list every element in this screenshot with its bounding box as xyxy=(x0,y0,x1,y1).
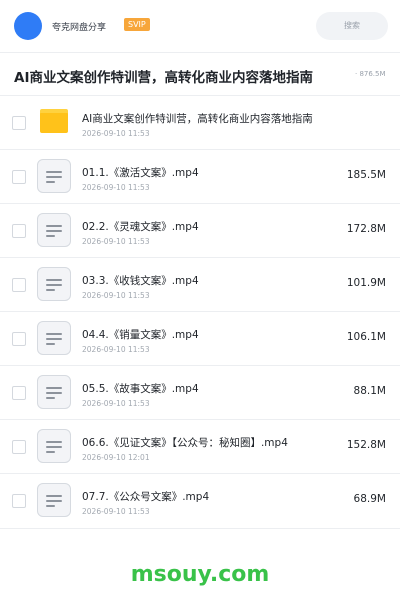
folder-title-row: AI商业文案创作特训营，高转化商业内容落地指南 · 876.5M xyxy=(0,57,400,95)
file-date: 2026-09-10 12:01 xyxy=(82,453,150,462)
file-name: 05.5.《故事文案》.mp4 xyxy=(82,383,199,395)
file-size: 106.1M xyxy=(346,331,386,343)
file-name: 02.2.《灵魂文案》.mp4 xyxy=(82,221,199,233)
file-row[interactable]: 01.1.《激活文案》.mp4 2026-09-10 11:53 185.5M xyxy=(0,150,400,204)
file-date: 2026-09-10 11:53 xyxy=(82,291,150,300)
document-icon xyxy=(37,213,71,247)
document-icon xyxy=(37,483,71,517)
file-name: AI商业文案创作特训营，高转化商业内容落地指南 xyxy=(82,113,313,125)
document-icon xyxy=(37,321,71,355)
file-size: 101.9M xyxy=(346,277,386,289)
file-name: 04.4.《销量文案》.mp4 xyxy=(82,329,199,341)
file-row[interactable]: 03.3.《收钱文案》.mp4 2026-09-10 11:53 101.9M xyxy=(0,258,400,312)
file-date: 2026-09-10 11:53 xyxy=(82,129,150,138)
file-date: 2026-09-10 11:53 xyxy=(82,183,150,192)
row-checkbox[interactable] xyxy=(12,332,26,346)
file-row[interactable]: 05.5.《故事文案》.mp4 2026-09-10 11:53 88.1M xyxy=(0,366,400,420)
file-name: 07.7.《公众号文案》.mp4 xyxy=(82,491,210,503)
document-icon xyxy=(37,159,71,193)
header: 夸克网盘分享 SVIP 搜索 xyxy=(0,0,400,52)
row-checkbox[interactable] xyxy=(12,116,26,130)
header-divider xyxy=(0,52,400,53)
file-date: 2026-09-10 11:53 xyxy=(82,345,150,354)
file-row[interactable]: 04.4.《销量文案》.mp4 2026-09-10 11:53 106.1M xyxy=(0,312,400,366)
file-name: 06.6.《见证文案》【公众号：秘知圈】.mp4 xyxy=(82,437,288,449)
file-row-folder[interactable]: AI商业文案创作特训营，高转化商业内容落地指南 2026-09-10 11:53 xyxy=(0,96,400,150)
folder-icon xyxy=(40,109,68,133)
document-icon xyxy=(37,375,71,409)
row-checkbox[interactable] xyxy=(12,224,26,238)
file-row[interactable]: 07.7.《公众号文案》.mp4 2026-09-10 11:53 68.9M xyxy=(0,474,400,528)
file-row[interactable]: 06.6.《见证文案》【公众号：秘知圈】.mp4 2026-09-10 12:0… xyxy=(0,420,400,474)
file-name: 03.3.《收钱文案》.mp4 xyxy=(82,275,199,287)
total-size: · 876.5M xyxy=(355,70,386,78)
avatar[interactable] xyxy=(14,12,42,40)
row-checkbox[interactable] xyxy=(12,440,26,454)
document-icon xyxy=(37,429,71,463)
file-size: 152.8M xyxy=(346,439,386,451)
row-checkbox[interactable] xyxy=(12,278,26,292)
file-date: 2026-09-10 11:53 xyxy=(82,399,150,408)
file-size: 68.9M xyxy=(353,493,386,505)
file-date: 2026-09-10 11:53 xyxy=(82,507,150,516)
search-input[interactable]: 搜索 xyxy=(316,12,388,40)
row-checkbox[interactable] xyxy=(12,170,26,184)
file-date: 2026-09-10 11:53 xyxy=(82,237,150,246)
file-list: AI商业文案创作特训营，高转化商业内容落地指南 2026-09-10 11:53… xyxy=(0,96,400,528)
file-size: 172.8M xyxy=(346,223,386,235)
file-size: 88.1M xyxy=(353,385,386,397)
watermark: msouy.com xyxy=(130,562,270,587)
document-icon xyxy=(37,267,71,301)
list-bottom-divider xyxy=(0,528,400,529)
page-title: AI商业文案创作特训营，高转化商业内容落地指南 xyxy=(14,70,313,86)
row-checkbox[interactable] xyxy=(12,494,26,508)
owner-name: 夸克网盘分享 xyxy=(52,23,107,33)
file-name: 01.1.《激活文案》.mp4 xyxy=(82,167,199,179)
row-checkbox[interactable] xyxy=(12,386,26,400)
file-row[interactable]: 02.2.《灵魂文案》.mp4 2026-09-10 11:53 172.8M xyxy=(0,204,400,258)
svip-badge: SVIP xyxy=(124,18,150,31)
file-size: 185.5M xyxy=(346,169,386,181)
